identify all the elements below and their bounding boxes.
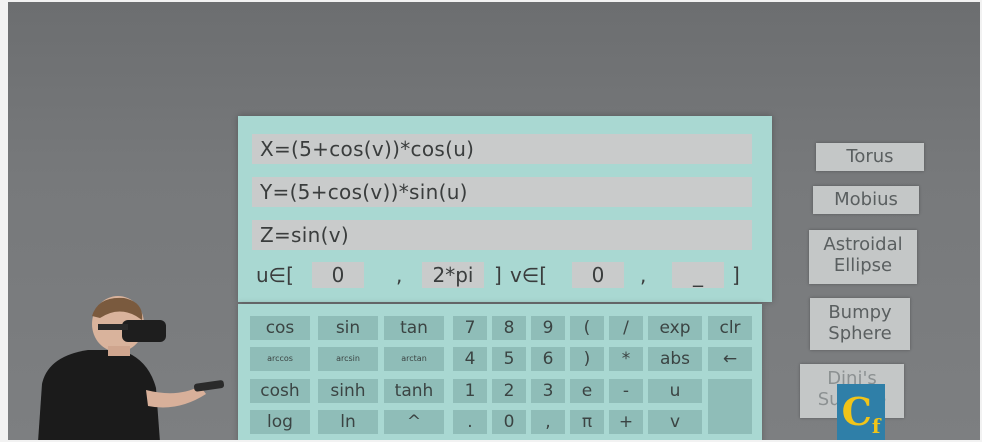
keypad: cos sin tan 7 8 9(/ exp clr arccos arcsin arctan 4 5…: [238, 304, 762, 440]
key-3-7[interactable]: +: [609, 410, 643, 434]
u-range-separator: ,: [396, 263, 403, 287]
cf-logo: Cf: [837, 384, 885, 440]
enter-key[interactable]: [708, 379, 752, 434]
person-with-vr-headset: [38, 296, 225, 440]
key-2-0[interactable]: cosh: [250, 379, 310, 403]
astroidal-ellipse-preset-button[interactable]: Astroidal Ellipse: [809, 230, 917, 284]
key-0-0[interactable]: cos: [250, 316, 310, 340]
key-2-4[interactable]: 2: [492, 379, 526, 403]
formula-panel: X=(5+cos(v))*cos(u) Y=(5+cos(v))*sin(u) …: [238, 116, 772, 302]
key-3-0[interactable]: log: [250, 410, 310, 434]
key-2-5[interactable]: 3: [531, 379, 565, 403]
key-1-0[interactable]: arccos: [250, 347, 310, 371]
v-range-close: ]: [732, 263, 740, 287]
torus-preset-button[interactable]: Torus: [816, 143, 924, 171]
parameter-range-row: u∈[ 0 , 2*pi ] v∈[ 0 , _ ]: [252, 259, 752, 291]
key-0-7[interactable]: /: [609, 316, 643, 340]
key-2-6[interactable]: e: [570, 379, 604, 403]
key-3-5[interactable]: ,: [531, 410, 565, 434]
v-min-field[interactable]: 0: [572, 262, 624, 288]
key-1-2[interactable]: arctan: [384, 347, 444, 371]
key-3-8[interactable]: v: [648, 410, 702, 434]
bumpy-sphere-preset-button[interactable]: Bumpy Sphere: [810, 298, 910, 350]
key-3-6[interactable]: π: [570, 410, 604, 434]
key-2-8[interactable]: u: [648, 379, 702, 403]
cf-logo-letter: C: [841, 389, 872, 434]
key-1-5[interactable]: 6: [531, 347, 565, 371]
v-range-separator: ,: [640, 263, 647, 287]
v-range-label: v∈[: [510, 263, 548, 287]
key-1-9[interactable]: ←: [708, 347, 752, 371]
mobius-preset-button[interactable]: Mobius: [813, 186, 919, 214]
v-max-field[interactable]: _: [672, 262, 724, 288]
key-1-4[interactable]: 5: [492, 347, 526, 371]
key-2-2[interactable]: tanh: [384, 379, 444, 403]
key-1-6[interactable]: ): [570, 347, 604, 371]
key-0-3[interactable]: 7: [453, 316, 487, 340]
y-formula-field[interactable]: Y=(5+cos(v))*sin(u): [252, 177, 752, 207]
key-1-8[interactable]: abs: [648, 347, 702, 371]
key-0-6[interactable]: (: [570, 316, 604, 340]
key-1-7[interactable]: *: [609, 347, 643, 371]
key-3-2[interactable]: ^: [384, 410, 444, 434]
key-2-1[interactable]: sinh: [318, 379, 378, 403]
cf-logo-sub: f: [871, 414, 881, 438]
key-0-4[interactable]: 8: [492, 316, 526, 340]
u-range-label: u∈[: [256, 263, 294, 287]
key-2-3[interactable]: 1: [453, 379, 487, 403]
key-1-3[interactable]: 4: [453, 347, 487, 371]
u-min-field[interactable]: 0: [312, 262, 364, 288]
key-0-9[interactable]: clr: [708, 316, 752, 340]
key-0-8[interactable]: exp: [648, 316, 702, 340]
key-2-7[interactable]: -: [609, 379, 643, 403]
key-0-1[interactable]: sin: [318, 316, 378, 340]
key-0-2[interactable]: tan: [384, 316, 444, 340]
key-0-5[interactable]: 9: [531, 316, 565, 340]
z-formula-field[interactable]: Z=sin(v): [252, 220, 752, 250]
vr-scene: X=(5+cos(v))*cos(u) Y=(5+cos(v))*sin(u) …: [8, 2, 980, 440]
u-max-field[interactable]: 2*pi: [422, 262, 484, 288]
u-range-close: ]: [494, 263, 502, 287]
key-3-4[interactable]: 0: [492, 410, 526, 434]
key-1-1[interactable]: arcsin: [318, 347, 378, 371]
x-formula-field[interactable]: X=(5+cos(v))*cos(u): [252, 134, 752, 164]
key-3-3[interactable]: .: [453, 410, 487, 434]
key-3-1[interactable]: ln: [318, 410, 378, 434]
